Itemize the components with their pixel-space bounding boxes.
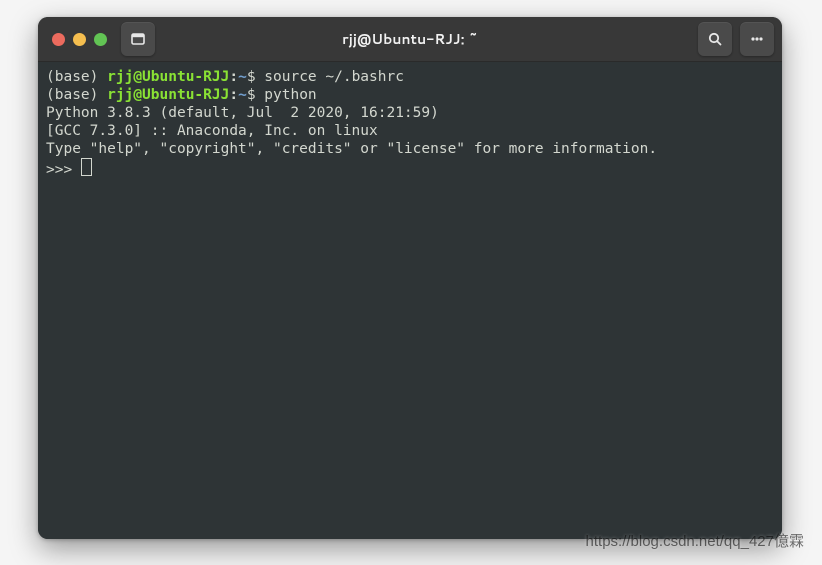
- conda-env: (base): [46, 87, 98, 103]
- new-tab-button[interactable]: [121, 22, 155, 56]
- search-icon: [707, 31, 723, 47]
- new-tab-icon: [130, 31, 146, 47]
- python-prompt: >>>: [46, 162, 81, 178]
- output-line: [GCC 7.3.0] :: Anaconda, Inc. on linux: [46, 123, 378, 139]
- command-text: source ~/.bashrc: [264, 69, 404, 85]
- user-host: rjj@Ubuntu-RJJ: [107, 87, 229, 103]
- command-text: python: [264, 87, 316, 103]
- cwd-path: ~: [238, 87, 247, 103]
- prompt-char: $: [247, 87, 256, 103]
- text-cursor: [81, 158, 92, 176]
- output-line: Type "help", "copyright", "credits" or "…: [46, 141, 657, 157]
- menu-button[interactable]: [740, 22, 774, 56]
- menu-icon: [749, 31, 765, 47]
- colon: :: [229, 69, 238, 85]
- search-button[interactable]: [698, 22, 732, 56]
- terminal-window: rjj@Ubuntu-RJJ: ~ (base) rjj@Ubuntu-RJJ:…: [38, 17, 782, 539]
- maximize-button[interactable]: [94, 33, 107, 46]
- prompt-char: $: [247, 69, 256, 85]
- colon: :: [229, 87, 238, 103]
- terminal-body[interactable]: (base) rjj@Ubuntu-RJJ:~$ source ~/.bashr…: [38, 62, 782, 539]
- user-host: rjj@Ubuntu-RJJ: [107, 69, 229, 85]
- conda-env: (base): [46, 69, 98, 85]
- close-button[interactable]: [52, 33, 65, 46]
- window-controls: [52, 33, 107, 46]
- titlebar-right-group: [698, 22, 774, 56]
- cwd-path: ~: [238, 69, 247, 85]
- titlebar: rjj@Ubuntu-RJJ: ~: [38, 17, 782, 62]
- minimize-button[interactable]: [73, 33, 86, 46]
- output-line: Python 3.8.3 (default, Jul 2 2020, 16:21…: [46, 105, 448, 121]
